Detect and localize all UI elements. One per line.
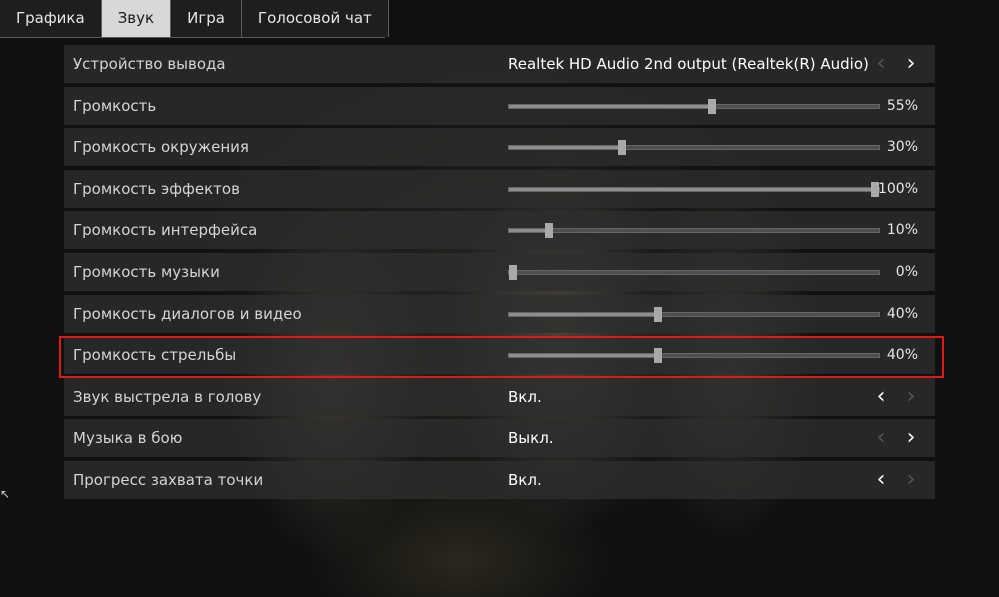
mouse-cursor-icon: ↖ — [0, 487, 11, 501]
setting-label: Громкость стрельбы — [73, 346, 237, 365]
setting-volume: Громкость 55% — [64, 86, 935, 125]
tab-graphics[interactable]: Графика — [0, 0, 102, 37]
slider-fill — [509, 312, 657, 316]
slider-thumb[interactable] — [708, 98, 717, 114]
slider-thumb[interactable] — [617, 140, 626, 156]
slider-value: 40% — [886, 347, 918, 364]
slider-fill — [509, 104, 713, 108]
slider-value: 40% — [886, 305, 918, 322]
arrow-right-icon[interactable]: › — [902, 45, 920, 83]
setting-label: Громкость диалогов и видео — [73, 304, 302, 323]
setting-capture-progress[interactable]: Прогресс захвата точки Вкл. ‹ › — [64, 460, 935, 499]
setting-interface-volume: Громкость интерфейса 10% — [64, 211, 935, 250]
setting-gunfire-volume: Громкость стрельбы 40% — [64, 336, 935, 375]
setting-combat-music[interactable]: Музыка в бою Выкл. ‹ › — [64, 419, 935, 458]
effects-volume-slider[interactable] — [508, 181, 880, 197]
slider-thumb[interactable] — [545, 223, 554, 239]
slider-fill — [509, 229, 546, 233]
dialog-volume-slider[interactable] — [508, 306, 880, 322]
slider-fill — [509, 187, 879, 191]
setting-label: Громкость музыки — [73, 262, 220, 281]
tab-voice-chat[interactable]: Голосовой чат — [241, 0, 389, 37]
setting-label: Прогресс захвата точки — [73, 470, 264, 489]
setting-label: Громкость эффектов — [73, 179, 240, 198]
slider-value: 100% — [877, 180, 918, 197]
arrow-right-icon[interactable]: › — [902, 419, 920, 457]
slider-value: 10% — [886, 222, 918, 239]
tab-sound[interactable]: Звук — [101, 0, 172, 37]
setting-effects-volume: Громкость эффектов 100% — [64, 169, 935, 208]
arrow-left-icon[interactable]: ‹ — [872, 461, 890, 499]
interface-volume-slider[interactable] — [508, 223, 880, 239]
output-device-value: Realtek HD Audio 2nd output (Realtek(R) … — [508, 55, 869, 73]
tab-divider — [0, 37, 385, 38]
setting-ambient-volume: Громкость окружения 30% — [64, 128, 935, 167]
slider-thumb[interactable] — [509, 264, 517, 280]
setting-output-device[interactable]: Устройство вывода Realtek HD Audio 2nd o… — [64, 45, 935, 83]
sound-settings-list: Устройство вывода Realtek HD Audio 2nd o… — [64, 45, 935, 503]
combat-music-value: Выкл. — [508, 429, 554, 448]
arrow-right-icon: › — [906, 466, 916, 492]
setting-headshot-sound[interactable]: Звук выстрела в голову Вкл. ‹ › — [64, 377, 935, 416]
setting-label: Громкость окружения — [73, 138, 249, 157]
music-volume-slider[interactable] — [508, 264, 880, 280]
slider-fill — [509, 354, 657, 358]
headshot-sound-value: Вкл. — [508, 387, 542, 406]
arrow-left-icon: ‹ — [876, 425, 886, 451]
slider-value: 0% — [895, 263, 918, 280]
setting-dialog-volume: Громкость диалогов и видео 40% — [64, 294, 935, 333]
slider-thumb[interactable] — [653, 348, 662, 364]
slider-value: 55% — [886, 97, 918, 114]
tab-bar: Графика Звук Игра Голосовой чат — [0, 0, 389, 37]
arrow-right-icon: › — [906, 383, 916, 409]
ambient-volume-slider[interactable] — [508, 140, 880, 156]
setting-label: Устройство вывода — [73, 55, 226, 73]
setting-label: Громкость интерфейса — [73, 221, 258, 240]
setting-music-volume: Громкость музыки 0% — [64, 252, 935, 291]
arrow-left-icon[interactable]: ‹ — [872, 378, 890, 416]
capture-progress-value: Вкл. — [508, 470, 542, 489]
slider-value: 30% — [886, 139, 918, 156]
volume-slider[interactable] — [508, 98, 880, 114]
setting-label: Громкость — [73, 96, 157, 115]
tab-game[interactable]: Игра — [171, 0, 242, 37]
slider-thumb[interactable] — [653, 306, 662, 322]
setting-label: Музыка в бою — [73, 429, 183, 448]
arrow-left-icon: ‹ — [876, 51, 886, 76]
slider-fill — [509, 146, 620, 150]
setting-label: Звук выстрела в голову — [73, 387, 262, 406]
gunfire-volume-slider[interactable] — [508, 348, 880, 364]
